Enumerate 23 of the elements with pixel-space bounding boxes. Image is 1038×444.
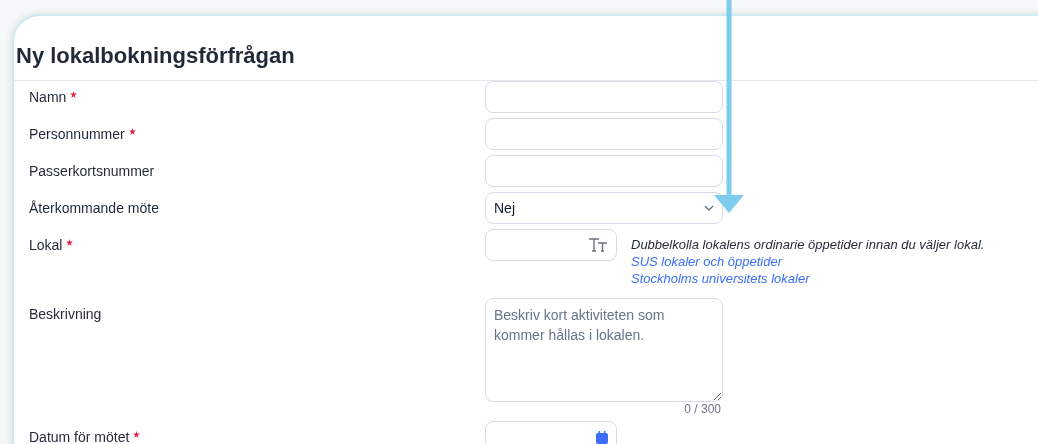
field-label: Namn <box>29 87 67 107</box>
field-label: Beskrivning <box>29 304 102 324</box>
text-field[interactable] <box>485 81 723 113</box>
character-counter: 0 / 300 <box>684 402 722 416</box>
select-field[interactable]: Nej <box>485 192 723 224</box>
hint-text: Dubbelkolla lokalens ordinarie öppetider innan du väljer lokal. <box>631 236 985 253</box>
text-field[interactable] <box>485 118 723 150</box>
calendar-icon <box>596 430 608 444</box>
text-field[interactable] <box>485 155 723 187</box>
dialog-title: Ny lokalbokningsförfrågan <box>16 42 295 70</box>
text-size-icon <box>588 238 608 252</box>
chevron-down-icon <box>704 205 714 211</box>
field-label: Återkommande möte <box>29 198 159 218</box>
description-field[interactable]: Beskriv kort aktiviteten som kommer hållas i lokalen. <box>485 298 723 402</box>
date-field[interactable] <box>485 421 617 444</box>
field-label: Lokal <box>29 235 63 255</box>
lokal-field[interactable] <box>485 229 617 261</box>
field-label: Datum för mötet <box>29 427 130 444</box>
link[interactable]: Stockholms universitets lokaler <box>631 270 985 287</box>
field-label: Passerkortsnummer <box>29 161 155 181</box>
select-value: Nej <box>494 198 515 218</box>
field-label: Personnummer <box>29 124 125 144</box>
link[interactable]: SUS lokaler och öppetider <box>631 253 985 270</box>
